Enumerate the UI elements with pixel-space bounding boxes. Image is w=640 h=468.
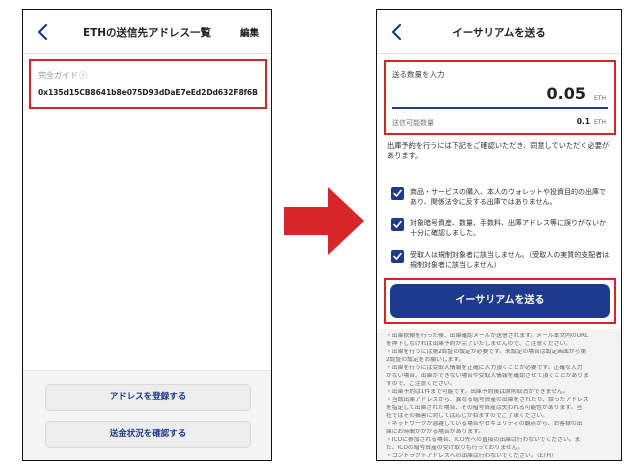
right-arrow-icon (284, 187, 364, 255)
note-line: ・出庫を行うには受取人情報を正確に入力頂くことが必要です。正確な入力 (386, 365, 583, 371)
address-item[interactable]: 完全ガイドⓘ 0x135d15CB8641b8e075D93dDaE7eEd2D… (29, 59, 267, 109)
checkbox-label: 受取人は規制対象者に該当しません。（受取人の実質的支配者は規制対象者に該当しませ… (410, 251, 610, 269)
note-line: を押下しなければ出庫予約が完了いたしませんので、ご注意ください。 (386, 341, 572, 347)
checkbox-checked[interactable] (391, 218, 404, 231)
address-label: 完全ガイド (38, 71, 78, 80)
note-line: を指定して出庫された場合、その暗号資産は失われる可能性があります。当 (386, 405, 583, 411)
checkmark-icon (393, 189, 402, 197)
address-value: 0x135d15CB8641b8e075D93dDaE7eEd2Dd632F8f… (38, 88, 258, 97)
page-title: イーサリアムを送る (452, 27, 546, 39)
checkmark-icon (393, 252, 402, 260)
info-icon[interactable]: ⓘ (79, 71, 87, 80)
amount-underline (392, 107, 608, 109)
send-button-highlight: イーサリアムを送る (384, 278, 616, 324)
note-line: ・出庫を行うには第2認証の設定が必要です。未設定の場合は設定画面から第 (386, 349, 587, 355)
note-line: た、ICOの暗号資産の受け取りも行っておりません。 (386, 445, 524, 451)
send-ethereum-button[interactable]: イーサリアムを送る (390, 284, 610, 318)
amount-unit: ETH (594, 95, 606, 102)
note-line: 社ではその損害に対しては応じかねますのでご了承ください。 (386, 413, 549, 419)
note-line: ・ネットワークが混雑している場合やセキュリティの観点から、お客様の出 (386, 421, 583, 427)
note-line: ・出庫依頼を行った後、出庫確認メールが送信されます。メール本文内のURL (386, 333, 589, 339)
amount-section: 送る数量を入力 0.05 ETH 送信可能数量 0.1 ETH (384, 60, 616, 135)
note-line: ・ICOに参加される場合、ICO先への直接の出庫は行わないでください。ま (386, 437, 581, 443)
send-ethereum-screen: イーサリアムを送る 送る数量を入力 0.05 ETH 送信可能数量 0.1 ET… (376, 9, 622, 461)
note-line: 2認証の設定をお願いします。 (386, 357, 465, 363)
note-line: がない場合、出庫ができない場合や受取人情報を確認させて頂くことがありま (386, 373, 589, 379)
checkbox-checked[interactable] (391, 250, 404, 263)
amount-label: 送る数量を入力 (392, 70, 445, 79)
check-status-button[interactable]: 送金状況を確認する (45, 421, 251, 448)
note-line: すので、ご注意ください。 (386, 381, 456, 387)
checkmark-icon (393, 220, 402, 228)
amount-input[interactable]: 0.05 (547, 84, 586, 103)
notes-section: ・出庫依頼を行った後、出庫確認メールが送信されます。メール本文内のURL を押下… (377, 329, 621, 460)
register-address-button[interactable]: アドレスを登録する (45, 384, 251, 411)
available-value: 0.1 (576, 117, 590, 126)
note-line: ・出庫予約は1件まで可能です。出庫予約後は原則取消ができません。 (386, 389, 569, 395)
navbar: イーサリアムを送る (377, 10, 621, 54)
available-unit: ETH (594, 119, 606, 126)
checkbox-checked[interactable] (391, 187, 404, 200)
page-title: ETHの送信先アドレス一覧 (82, 27, 212, 39)
edit-button[interactable]: 編集 (240, 25, 259, 39)
bottom-actions: アドレスを登録する 送金状況を確認する (23, 370, 271, 460)
checkbox-label: 対象暗号資産、数量、手数料、出庫アドレス等に誤りがないか十分に確認しました。 (410, 219, 606, 237)
address-list-screen: ETHの送信先アドレス一覧 編集 完全ガイドⓘ 0x135d15CB8641b8… (22, 9, 272, 461)
navbar: ETHの送信先アドレス一覧 編集 (23, 10, 271, 54)
note-line: ・当該出庫アドレスから、異なる暗号資産の出庫をされたり、誤ったアドレス (386, 397, 589, 403)
note-line: ・コントラクトアドレスへの出庫は行わないでください。（ETH） (386, 453, 557, 459)
note-line: 庫にお時間がかかる場合があります。 (386, 429, 484, 435)
checkbox-label: 商品・サービスの購入、本人のウォレットや投資目的の出庫であり、関係法令に反する出… (410, 188, 606, 206)
address-label-row: 完全ガイドⓘ (38, 70, 87, 81)
consent-notice: 出庫予約を行うには下記をご確認いただき、同意していただく必要があります。 (387, 141, 610, 160)
available-label: 送信可能数量 (392, 119, 434, 127)
